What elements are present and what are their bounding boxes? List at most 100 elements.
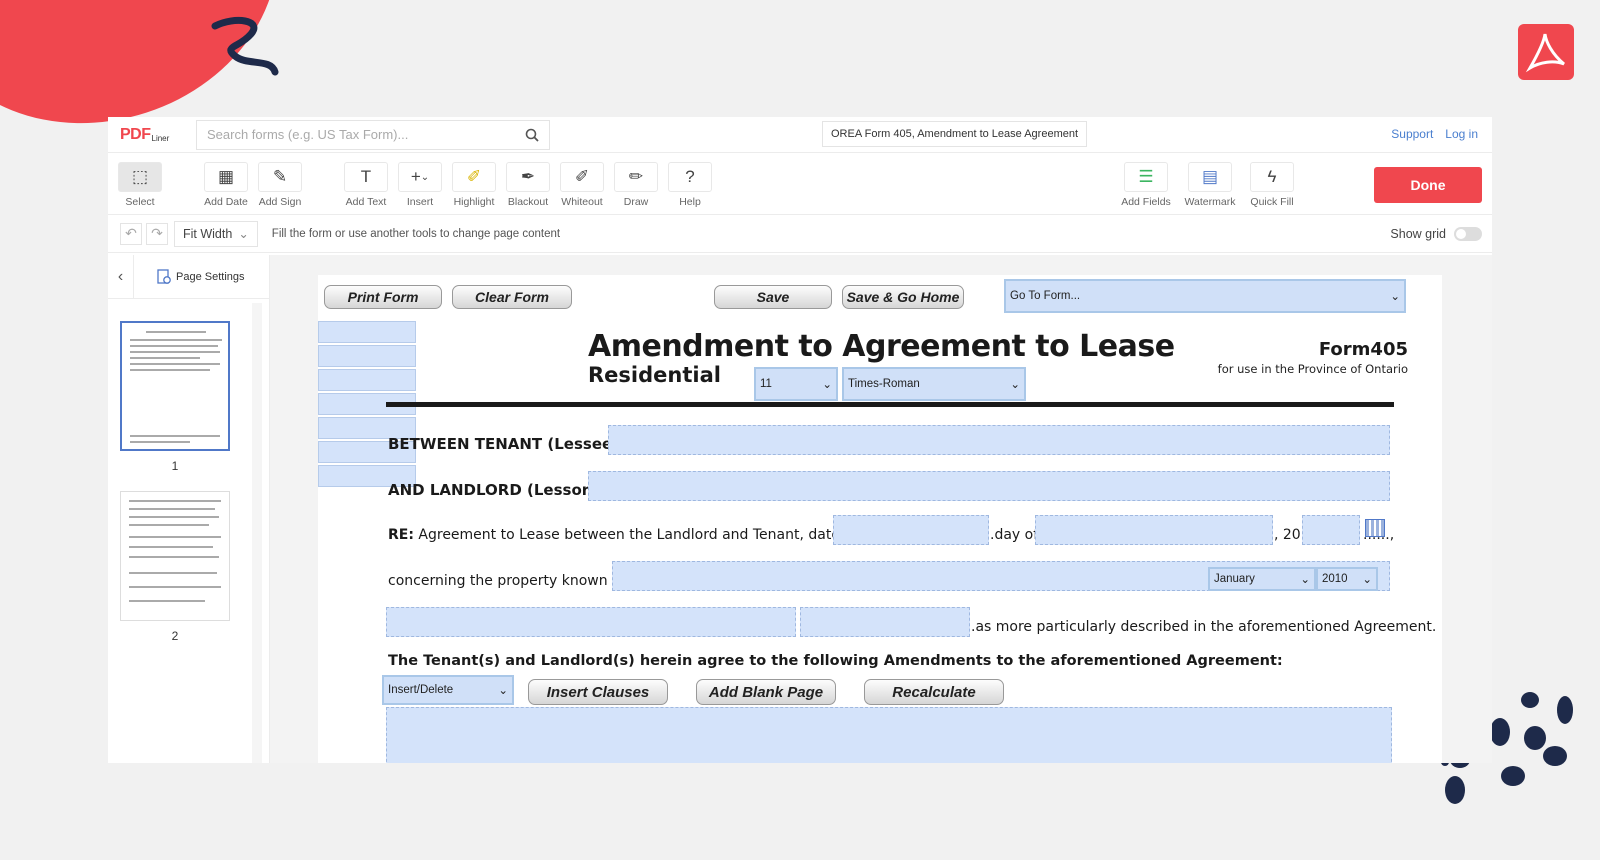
draw-tool[interactable]: ✏ Draw xyxy=(608,162,664,208)
save-button[interactable]: Save xyxy=(714,285,832,309)
chevron-down-icon: ⌄ xyxy=(1010,379,1020,391)
lightning-icon: ϟ xyxy=(1250,162,1294,192)
question-icon: ? xyxy=(668,162,712,192)
highlight-tool[interactable]: ✐ Highlight xyxy=(446,162,502,208)
add-sign-tool[interactable]: ✎ Add Sign xyxy=(252,162,308,208)
agreement-statement: The Tenant(s) and Landlord(s) herein agr… xyxy=(388,653,1283,669)
support-link[interactable]: Support xyxy=(1391,127,1433,141)
add-fields-tool[interactable]: ☰ Add Fields xyxy=(1118,162,1174,208)
undo-icon[interactable]: ↶ xyxy=(120,222,142,245)
dated-month-field[interactable] xyxy=(1035,515,1273,545)
redo-icon[interactable]: ↷ xyxy=(146,222,168,245)
form-subtitle: Residential xyxy=(588,363,721,387)
add-fields-label: Add Fields xyxy=(1121,196,1171,208)
page-settings-button[interactable]: Page Settings xyxy=(156,268,245,285)
dated-year-field[interactable] xyxy=(1302,515,1360,545)
page-thumbnail-2[interactable] xyxy=(120,491,230,621)
dated-day-field[interactable] xyxy=(833,515,989,545)
side-field[interactable] xyxy=(318,369,416,391)
content-area: ‹ Page Settings 1 2 Print Form Clear For… xyxy=(108,254,1492,763)
help-label: Help xyxy=(679,196,701,208)
year-value: 2010 xyxy=(1322,573,1348,585)
form-label: Form xyxy=(1318,339,1371,360)
zoom-select[interactable]: Fit Width ⌄ xyxy=(174,220,258,247)
year-select[interactable]: 2010 ⌄ xyxy=(1316,567,1378,591)
pdfliner-logo[interactable]: PDF Liner xyxy=(120,126,188,144)
described-text: .as more particularly described in the a… xyxy=(971,619,1437,635)
toggle-switch[interactable] xyxy=(1454,226,1482,241)
toolbar: ⬚ Select ▦ Add Date ✎ Add Sign T Add Tex… xyxy=(108,153,1492,215)
form-province: for use in the Province of Ontario xyxy=(1217,362,1408,376)
font-family-select[interactable]: Times-Roman ⌄ xyxy=(842,367,1026,401)
select-tool-label: Select xyxy=(125,196,155,208)
chevron-left-icon[interactable]: ‹ xyxy=(108,254,134,299)
show-grid-toggle[interactable]: Show grid xyxy=(1390,226,1482,241)
pdf-editor-window: PDF Liner OREA Form 405, Amendment to Le… xyxy=(108,117,1492,763)
landlord-label: AND LANDLORD (Lessor), xyxy=(388,481,602,499)
done-button[interactable]: Done xyxy=(1374,167,1482,203)
day-of-text: .day of xyxy=(990,527,1039,543)
add-blank-page-button[interactable]: Add Blank Page xyxy=(696,679,836,705)
re-text: Agreement to Lease between the Landlord … xyxy=(418,527,877,543)
whiteout-tool[interactable]: ✐ Whiteout xyxy=(554,162,610,208)
zoom-value: Fit Width xyxy=(183,226,233,241)
search-input[interactable] xyxy=(207,127,525,142)
login-link[interactable]: Log in xyxy=(1445,127,1478,141)
top-bar: PDF Liner OREA Form 405, Amendment to Le… xyxy=(108,117,1492,153)
signature-pen-icon: ✎ xyxy=(258,162,302,192)
show-grid-label: Show grid xyxy=(1390,226,1446,241)
highlight-label: Highlight xyxy=(453,196,495,208)
page-settings-label: Page Settings xyxy=(176,270,245,283)
re-line: RE: Agreement to Lease between the Landl… xyxy=(388,527,876,543)
save-go-home-button[interactable]: Save & Go Home xyxy=(842,285,964,309)
pencil-icon: ✏ xyxy=(614,162,658,192)
watermark-tool[interactable]: ▤ Watermark xyxy=(1182,162,1238,208)
fields-list-icon: ☰ xyxy=(1124,162,1168,192)
tenant-name-field[interactable] xyxy=(608,425,1390,455)
side-field[interactable] xyxy=(318,345,416,367)
page-thumbnail-1[interactable] xyxy=(120,321,230,451)
watermark-document-icon: ▤ xyxy=(1188,162,1232,192)
insert-clauses-button[interactable]: Insert Clauses xyxy=(528,679,668,705)
draw-label: Draw xyxy=(623,196,649,208)
whiteout-label: Whiteout xyxy=(561,196,603,208)
page-number-2: 2 xyxy=(171,629,179,643)
property-address-field-2[interactable] xyxy=(800,607,970,637)
insert-delete-select[interactable]: Insert/Delete ⌄ xyxy=(382,675,514,705)
page-number-1: 1 xyxy=(171,459,179,473)
add-date-tool[interactable]: ▦ Add Date xyxy=(198,162,254,208)
sidebar-header: ‹ Page Settings xyxy=(108,254,269,299)
go-to-form-select[interactable]: Go To Form... ⌄ xyxy=(1004,279,1406,313)
font-size-select[interactable]: 11 ⌄ xyxy=(754,367,838,401)
text-icon: T xyxy=(344,162,388,192)
quick-fill-tool[interactable]: ϟ Quick Fill xyxy=(1244,162,1300,208)
insert-label: Insert xyxy=(406,196,434,208)
sub-toolbar: ↶ ↷ Fit Width ⌄ Fill the form or use ano… xyxy=(108,215,1492,253)
side-field[interactable] xyxy=(318,321,416,343)
help-tool[interactable]: ? Help xyxy=(662,162,718,208)
select-tool[interactable]: ⬚ Select xyxy=(112,162,168,208)
chevron-down-icon: ⌄ xyxy=(238,227,249,241)
insert-tool[interactable]: + ⌄ Insert xyxy=(392,162,448,208)
top-links: Support Log in xyxy=(1391,127,1478,141)
sidebar-scrollbar[interactable] xyxy=(252,303,262,763)
blackout-brush-icon: ✒ xyxy=(506,162,550,192)
search-box xyxy=(196,119,550,150)
hint-text: Fill the form or use another tools to ch… xyxy=(271,227,561,240)
calendar-icon: ▦ xyxy=(204,162,248,192)
amendments-text-area[interactable] xyxy=(386,707,1392,763)
blackout-tool[interactable]: ✒ Blackout xyxy=(500,162,556,208)
year-suffix-text: ......, xyxy=(1363,527,1395,543)
landlord-name-field[interactable] xyxy=(588,471,1390,501)
font-family-value: Times-Roman xyxy=(848,378,920,390)
print-form-button[interactable]: Print Form xyxy=(324,285,442,309)
clear-form-button[interactable]: Clear Form xyxy=(452,285,572,309)
add-sign-label: Add Sign xyxy=(258,196,302,208)
recalculate-button[interactable]: Recalculate xyxy=(864,679,1004,705)
month-value: January xyxy=(1214,573,1255,585)
search-icon[interactable] xyxy=(525,128,539,142)
month-select[interactable]: January ⌄ xyxy=(1208,567,1316,591)
property-address-field-1[interactable] xyxy=(386,607,796,637)
highlighter-icon: ✐ xyxy=(452,162,496,192)
add-text-tool[interactable]: T Add Text xyxy=(338,162,394,208)
